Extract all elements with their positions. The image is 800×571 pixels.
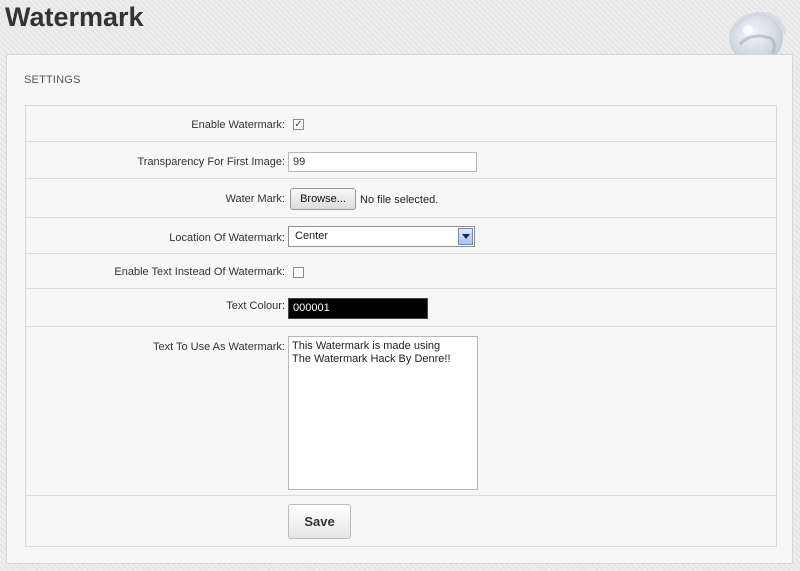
watermark-text-row: Text To Use As Watermark: This Watermark… — [26, 327, 776, 496]
enable-text-label: Enable Text Instead Of Watermark: — [114, 266, 285, 278]
settings-form: Enable Watermark: ✓ Transparency For Fir… — [25, 105, 777, 547]
save-button[interactable]: Save — [288, 504, 351, 539]
enable-text-checkbox[interactable] — [293, 267, 304, 278]
chevron-down-icon[interactable] — [458, 228, 473, 245]
text-colour-row: Text Colour: 000001 — [26, 289, 776, 327]
water-mark-label: Water Mark: — [225, 193, 286, 205]
enable-watermark-label: Enable Watermark: — [191, 119, 285, 131]
enable-text-row: Enable Text Instead Of Watermark: — [26, 254, 776, 289]
location-selected: Center — [295, 230, 329, 242]
text-colour-input[interactable]: 000001 — [288, 298, 428, 319]
watermark-text-label: Text To Use As Watermark: — [152, 341, 285, 353]
settings-heading: SETTINGS — [24, 74, 81, 86]
enable-watermark-checkbox[interactable]: ✓ — [293, 119, 304, 130]
settings-panel: SETTINGS Enable Watermark: ✓ Transparenc… — [6, 54, 793, 564]
location-select[interactable]: Center — [288, 226, 475, 247]
transparency-label: Transparency For First Image: — [137, 156, 285, 168]
browse-button[interactable]: Browse... — [290, 188, 356, 210]
water-mark-row: Water Mark: Browse... No file selected. — [26, 179, 776, 218]
page-title: Watermark — [5, 2, 144, 32]
enable-watermark-row: Enable Watermark: ✓ — [26, 106, 776, 142]
transparency-row: Transparency For First Image: 99 — [26, 142, 776, 179]
checkmark-icon: ✓ — [294, 119, 303, 130]
text-colour-label: Text Colour: — [226, 300, 285, 312]
save-row: Save — [26, 496, 776, 548]
file-status: No file selected. — [360, 194, 439, 206]
location-row: Location Of Watermark: Center — [26, 218, 776, 254]
transparency-input[interactable]: 99 — [288, 152, 477, 172]
location-label: Location Of Watermark: — [169, 232, 285, 244]
watermark-text-area[interactable]: This Watermark is made using The Waterma… — [288, 336, 478, 490]
